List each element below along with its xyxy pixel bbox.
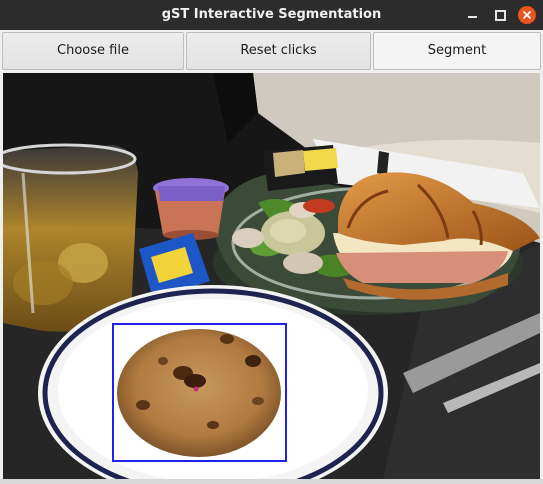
app-window: gST Interactive Segmentation Choose file… [0, 0, 543, 484]
minimize-icon[interactable] [465, 7, 481, 23]
window-title: gST Interactive Segmentation [161, 7, 382, 22]
title-bar: gST Interactive Segmentation [0, 0, 543, 30]
segment-button[interactable]: Segment [373, 32, 541, 70]
click-point [193, 386, 199, 392]
image-canvas[interactable] [3, 73, 540, 479]
choose-file-button[interactable]: Choose file [2, 32, 184, 70]
maximize-icon[interactable] [492, 7, 508, 23]
close-icon[interactable] [518, 6, 536, 24]
food-tray-photo [3, 73, 540, 479]
reset-clicks-button[interactable]: Reset clicks [186, 32, 371, 70]
toolbar: Choose file Reset clicks Segment [0, 30, 543, 72]
bottom-border [0, 479, 543, 484]
